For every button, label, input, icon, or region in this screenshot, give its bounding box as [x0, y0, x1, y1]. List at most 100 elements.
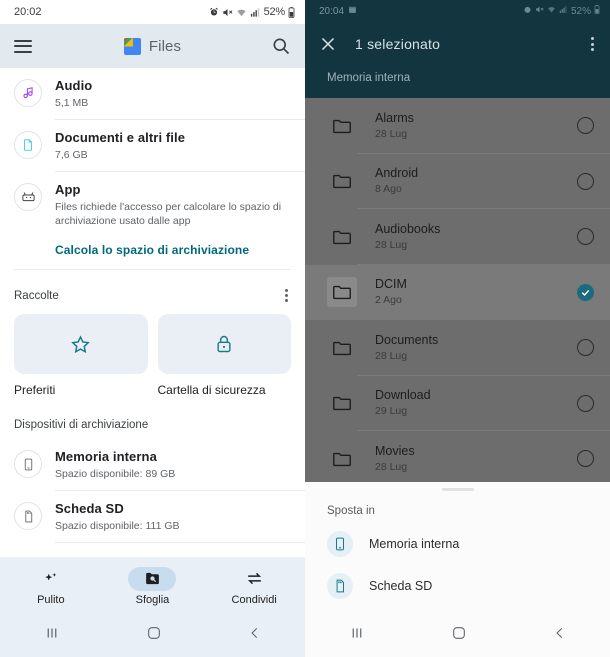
more-options-icon[interactable]: [282, 286, 291, 305]
select-checkbox-checked[interactable]: [577, 283, 594, 301]
select-checkbox[interactable]: [577, 394, 594, 412]
folder-name: Audiobooks: [375, 221, 441, 236]
star-outline-icon: [71, 334, 91, 353]
collections-header: Raccolte: [0, 270, 305, 314]
document-icon: [14, 131, 42, 159]
folder-date: 28 Lug: [375, 460, 408, 473]
folder-name: Alarms: [375, 110, 414, 125]
sheet-item-internal-storage[interactable]: Memoria interna: [305, 523, 610, 565]
favorites-card[interactable]: [14, 314, 148, 374]
folder-name: Documents: [375, 332, 439, 347]
folder-date: 28 Lug: [375, 349, 408, 362]
nav-label: Condividi: [231, 593, 277, 606]
selection-count: 1 selezionato: [355, 36, 441, 52]
device-internal-storage[interactable]: Memoria interna Spazio disponibile: 89 G…: [0, 439, 305, 490]
folder-date: 28 Lug: [375, 127, 408, 140]
category-size: 5,1 MB: [55, 97, 89, 109]
signal-icon: [250, 7, 261, 18]
battery-icon: [594, 5, 600, 17]
wifi-icon: [236, 7, 247, 18]
left-system-nav: [0, 613, 305, 657]
list-item[interactable]: Audiobooks 28 Lug: [305, 209, 610, 265]
device-title: Scheda SD: [55, 501, 124, 516]
secure-folder-card[interactable]: [157, 314, 291, 374]
storage-category-documents[interactable]: Documenti e altri file 7,6 GB: [0, 120, 305, 171]
folder-icon: [327, 277, 357, 308]
folder-date: 2 Ago: [375, 294, 402, 307]
nav-tab-clean[interactable]: Pulito: [16, 567, 86, 606]
android-app-icon: [14, 183, 42, 211]
more-options-icon[interactable]: [587, 33, 598, 55]
select-checkbox[interactable]: [577, 228, 594, 246]
select-checkbox[interactable]: [577, 117, 594, 135]
google-files-logo: [123, 37, 141, 55]
search-icon[interactable]: [271, 36, 291, 56]
alarm-icon: [523, 5, 532, 17]
folder-icon: [327, 333, 357, 363]
list-item[interactable]: Alarms 28 Lug: [305, 98, 610, 154]
music-note-icon: [14, 79, 42, 107]
device-title: Memoria interna: [55, 449, 157, 464]
list-item[interactable]: Android 8 Ago: [305, 154, 610, 209]
storage-category-audio[interactable]: Audio 5,1 MB: [0, 68, 305, 119]
selection-toolbar: 1 selezionato: [305, 22, 610, 66]
left-status-bar: 20:02 52%: [0, 0, 305, 24]
folder-list[interactable]: Alarms 28 Lug Android 8 Ago Audiobooks 2…: [305, 98, 610, 482]
folder-icon: [327, 388, 357, 418]
signal-icon: [559, 5, 568, 17]
battery-percent: 52%: [263, 6, 286, 18]
devices-heading: Dispositivi di archiviazione: [14, 419, 149, 431]
category-description: Files richiede l'accesso per calcolare l…: [55, 201, 282, 227]
recents-icon[interactable]: [43, 624, 61, 647]
home-icon[interactable]: [451, 625, 467, 646]
sheet-title: Sposta in: [327, 505, 375, 517]
folder-icon: [327, 222, 357, 252]
move-to-bottom-sheet: Sposta in Memoria interna Scheda SD: [305, 482, 610, 613]
recents-icon[interactable]: [348, 624, 366, 647]
compute-storage-link[interactable]: Calcola lo spazio di archiviazione: [0, 237, 305, 269]
list-item[interactable]: Download 29 Lug: [305, 376, 610, 431]
sheet-item-label: Memoria interna: [369, 537, 460, 551]
folder-date: 28 Lug: [375, 238, 408, 251]
back-icon[interactable]: [553, 626, 567, 645]
home-icon[interactable]: [146, 625, 162, 646]
phone-storage-icon: [14, 450, 42, 478]
folder-icon: [327, 166, 357, 196]
folder-date: 29 Lug: [375, 405, 408, 418]
nav-tab-share[interactable]: Condividi: [219, 567, 289, 606]
list-item-selected[interactable]: DCIM 2 Ago: [305, 264, 610, 320]
mute-icon: [222, 7, 233, 18]
storage-category-apps[interactable]: App Files richiede l'accesso per calcola…: [0, 172, 305, 237]
folder-icon: [327, 444, 357, 474]
hamburger-menu-icon[interactable]: [14, 39, 32, 53]
sheet-item-sd-card[interactable]: Scheda SD: [305, 565, 610, 607]
collection-secure-folder[interactable]: Cartella di sicurezza: [157, 314, 291, 397]
mute-icon: [535, 5, 544, 17]
nav-label: Pulito: [37, 593, 65, 606]
select-checkbox[interactable]: [577, 339, 594, 357]
nav-label: Sfoglia: [135, 593, 170, 606]
folder-name: Android: [375, 166, 419, 181]
sparkle-clean-icon: [27, 567, 75, 591]
collection-favorites[interactable]: Preferiti: [14, 314, 148, 397]
wifi-icon: [547, 5, 556, 17]
select-checkbox[interactable]: [577, 450, 594, 468]
list-item[interactable]: Documents 28 Lug: [305, 320, 610, 376]
left-content-scroll[interactable]: Audio 5,1 MB Documenti e altri file 7,6 …: [0, 68, 305, 557]
list-item[interactable]: Movies 28 Lug: [305, 431, 610, 482]
sd-card-icon: [14, 502, 42, 530]
back-icon[interactable]: [248, 626, 262, 645]
folder-icon: [327, 111, 357, 141]
nav-tab-browse[interactable]: Sfoglia: [117, 566, 187, 606]
calendar-icon: [348, 5, 357, 17]
right-phone-screen: 20:04 52% 1 selezionato Memoria interna …: [305, 0, 610, 657]
select-checkbox[interactable]: [577, 172, 594, 190]
device-sd-card[interactable]: Scheda SD Spazio disponibile: 111 GB: [0, 491, 305, 542]
battery-icon: [288, 6, 295, 18]
alarm-icon: [209, 7, 219, 17]
close-icon[interactable]: [317, 33, 339, 55]
left-app-bar: Files: [0, 24, 305, 68]
folder-name: Movies: [375, 443, 415, 458]
left-phone-screen: 20:02 52% Files Audio 5,1 MB Documenti e…: [0, 0, 305, 657]
share-arrows-icon: [230, 567, 278, 591]
